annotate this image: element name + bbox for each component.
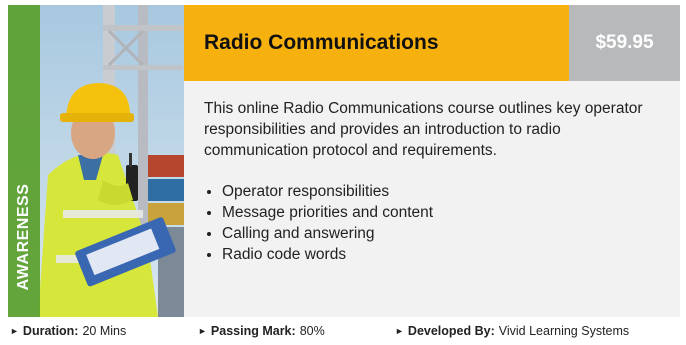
developer-label: Developed By: [407,324,495,338]
developer-value: Vivid Learning Systems [498,324,630,338]
course-description: This online Radio Communications course … [204,100,643,159]
course-card[interactable]: AWARENESS Radio Communications $59.95 Th… [8,5,680,317]
topic-item: Calling and answering [222,223,433,244]
passing-mark-meta: ► Passing Mark: 80% [198,324,325,338]
duration-value: 20 Mins [82,324,127,338]
passing-mark-label: Passing Mark: [210,324,296,338]
category-label: AWARENESS [15,183,32,291]
passing-mark-value: 80% [299,324,325,338]
duration-meta: ► Duration: 20 Mins [10,324,126,338]
developer-meta: ► Developed By: Vivid Learning Systems [395,324,629,338]
duration-label: Duration: [22,324,79,338]
topic-item: Message priorities and content [222,202,433,223]
course-photo: AWARENESS [8,5,184,317]
course-title-bar: Radio Communications [184,5,569,81]
triangle-right-icon: ► [395,326,404,336]
price-tag: $59.95 [569,5,680,81]
category-badge: AWARENESS [8,5,40,317]
triangle-right-icon: ► [10,326,19,336]
triangle-right-icon: ► [198,326,207,336]
course-title[interactable]: Radio Communications [204,31,439,55]
course-price: $59.95 [595,32,654,53]
topic-item: Radio code words [222,244,433,265]
topic-list: Operator responsibilities Message priori… [204,181,433,265]
course-meta-footer: ► Duration: 20 Mins ► Passing Mark: 80% ► Dev… [10,324,680,342]
topic-item: Operator responsibilities [222,181,433,202]
